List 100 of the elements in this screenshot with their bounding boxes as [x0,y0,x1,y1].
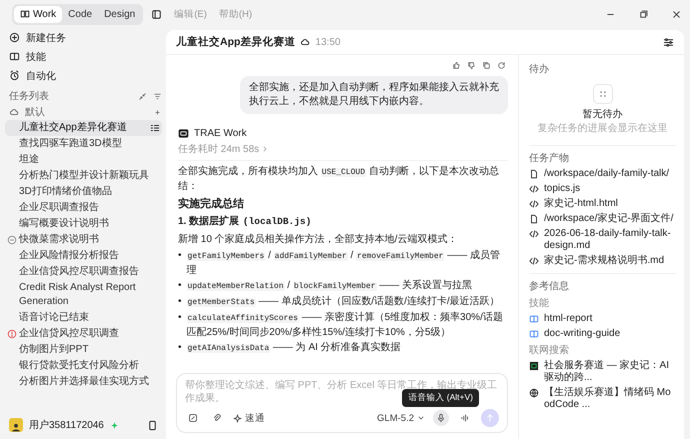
output-file[interactable]: /workspace/daily-family-talk/ [529,168,676,180]
mode-tab[interactable]: Design [98,6,142,22]
add-icon[interactable] [153,108,162,116]
sparkle-badge-icon [110,420,119,430]
summary-heading: 实施完成总结 [178,197,245,212]
task-item[interactable]: 企业信贷风控尽职调查 [5,326,162,342]
task-item[interactable]: Credit Risk Analyst Report Generation [5,280,162,310]
dots-grid-icon [598,89,608,99]
panel-heading: 参考信息 [529,280,570,293]
task-item[interactable]: 查找四驱车跑道3D模型 [5,136,162,152]
skill-link[interactable]: html-report [529,313,676,325]
output-file[interactable]: 家史记-需求规格说明书.md [529,255,676,267]
sidebar-toggle-icon[interactable] [151,8,162,20]
user-message: 全部实施，还是加入自动判断，程序如果能接入云就补充执行云上，不然就是只用线下内嵌内容。 [240,76,508,114]
bullet-marker: • [178,279,182,293]
section-text: 新增 10 个家庭成员相关操作方法，全部支持本地/云端双模式： [178,233,458,247]
task-item[interactable]: 企业尽职调查报告 [5,200,162,216]
restore-icon[interactable] [638,8,649,20]
mode-button[interactable]: 速通 [233,412,265,424]
bullet-item: getFamilyMembers / addFamilyMember / removeFamilyMember —— 成员管理 [186,249,502,278]
code-icon [529,199,539,209]
task-item[interactable]: 银行贷款受托支付风险分析 [5,358,162,374]
skill-link[interactable]: doc-writing-guide [529,328,676,340]
search-result[interactable]: 社会服务赛道 — 家史记：AI驱动的跨... [529,360,676,384]
file-icon [529,214,539,224]
task-item[interactable]: 仿制图片到PPT [5,342,162,358]
task-item[interactable]: 语音讨论已结束 [5,310,162,326]
mode-tab[interactable]: Work [14,6,62,22]
nav-item[interactable]: 技能 [5,47,162,66]
task-item[interactable]: 快微菜需求说明书 [5,232,162,248]
site-logo-icon [529,361,539,371]
thumbs-up-icon[interactable] [452,61,461,70]
edit-icon [188,413,198,423]
caret-icon [417,414,425,422]
sparkle-icon [233,414,242,422]
book-icon [9,51,20,62]
thumbs-down-icon[interactable] [467,61,476,70]
output-file[interactable]: topics.js [529,183,676,195]
bullet-item: updateMemberRelation / blockFamilyMember —— 关系设置与拉黑 [186,279,472,293]
search-result[interactable]: 【生活娱乐赛道】情绪码 MoodCode ... [529,387,676,411]
summary-text: 全部实施完成，所有模块均加入 USE_CLOUD 自动判断，以下是本次改动总结： [178,165,500,194]
waveform-icon [460,413,470,423]
empty-hint: 复杂任务的进展会显示在这里 [538,122,668,135]
cloud-icon [9,107,19,117]
refresh-icon[interactable] [497,61,506,70]
task-item[interactable]: 3D打印情绪价值物品 [5,184,162,200]
chat-title: 儿童社交App差异化赛道 [176,35,296,49]
user-name[interactable]: 用户3581172046 [29,418,104,432]
task-item[interactable]: 分析热门模型并设计新颖玩具 [5,168,162,184]
panel-heading: 任务产物 [529,152,570,165]
task-item[interactable]: 企业信贷风控尽职调查报告 [5,264,162,280]
book-icon [20,9,30,19]
close-icon[interactable] [671,8,682,20]
bullet-item: calculateAffinityScores —— 亲密度计算（5维度加权：频率30%/话题匹配25%/时间同步20%/多样性15%/连续打卡10%，分5级） [186,311,504,340]
mic-button[interactable] [433,410,449,426]
copy-icon[interactable] [482,61,491,70]
output-file[interactable]: /workspace/家史记-界面文件/ [529,213,676,225]
panel-settings-icon[interactable] [663,36,674,48]
task-item[interactable]: 坦途 [5,152,162,168]
mode-tab[interactable]: Code [62,6,98,22]
tooltip: 语音输入 (Alt+V) [402,389,479,407]
subheading: 联网搜索 [529,344,570,357]
subheading: 技能 [529,297,550,310]
task-item[interactable]: 儿童社交App差异化赛道 [5,120,162,136]
section-title: 任务列表 [9,90,49,103]
device-icon[interactable] [147,420,158,430]
bullet-marker: • [178,341,182,355]
nav-item[interactable]: 自动化 [5,66,162,85]
empty-title: 暂无待办 [582,108,622,121]
microphone-icon [436,413,446,423]
agent-logo-icon [178,128,189,139]
alarm-clock-icon [9,70,20,81]
model-dropdown[interactable]: GLM-5.2 [377,412,425,424]
skill-book-icon [529,314,539,324]
nav-item[interactable]: 新建任务 [5,28,162,47]
person-silhouette-icon [11,422,21,432]
filter-icon[interactable] [153,92,162,100]
bullet-marker: • [178,311,182,325]
task-item[interactable]: 企业风险情报分析报告 [5,248,162,264]
new-task-icon [9,32,20,43]
arrow-up-icon [485,413,495,423]
pending-status-icon [7,235,17,245]
paperclip-icon [212,413,222,423]
timestamp: 13:50 [315,36,340,48]
panel-heading: 待办 [529,63,550,76]
cloud-sync-icon [300,37,310,47]
task-item[interactable]: 编写概要设计说明书 [5,216,162,232]
task-menu-icon[interactable] [150,123,160,133]
code-icon [529,184,539,194]
alert-status-icon [7,329,17,339]
collapse-icon[interactable] [138,92,147,100]
skill-book-icon [529,329,539,339]
code-icon [529,256,539,266]
output-file[interactable]: 2026-06-18-daily-family-talk-design.md [529,228,676,252]
file-icon [529,169,539,179]
bullet-item: getMemberStats —— 单成员统计（回应数/话题数/连续打卡/最近活跃） [186,295,500,309]
agent-name: TRAE Work [194,128,247,139]
task-item[interactable]: 分析图片并选择最佳实现方式 [5,374,162,390]
output-file[interactable]: 家史记-html.html [529,198,676,210]
group-label[interactable]: 默认 [25,105,45,119]
